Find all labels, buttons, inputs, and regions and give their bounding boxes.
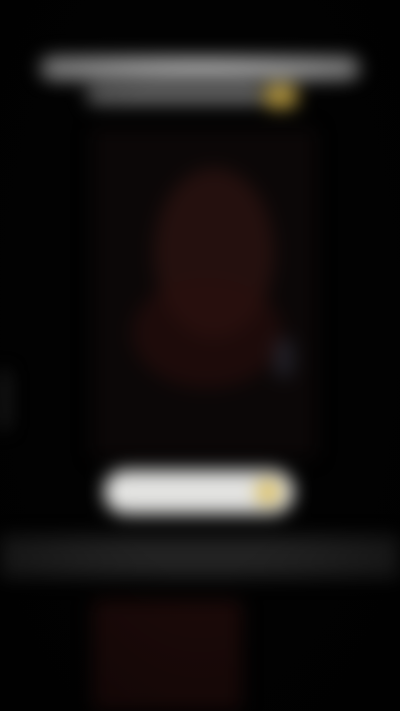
- headline-text: [40, 56, 360, 80]
- primary-action-button[interactable]: [104, 470, 294, 514]
- blur-layer: [0, 0, 400, 711]
- accent-highlight: [264, 84, 298, 108]
- next-poster-image[interactable]: [92, 600, 242, 711]
- bottom-banner: [0, 536, 400, 578]
- poster-shadow: [132, 278, 282, 388]
- circle-accent-icon: [256, 480, 280, 504]
- hero-poster-image[interactable]: [92, 128, 316, 458]
- poster-glint: [274, 338, 294, 378]
- subline-text: [86, 86, 264, 104]
- blurred-screen: [0, 0, 400, 711]
- edge-handle: [0, 370, 8, 430]
